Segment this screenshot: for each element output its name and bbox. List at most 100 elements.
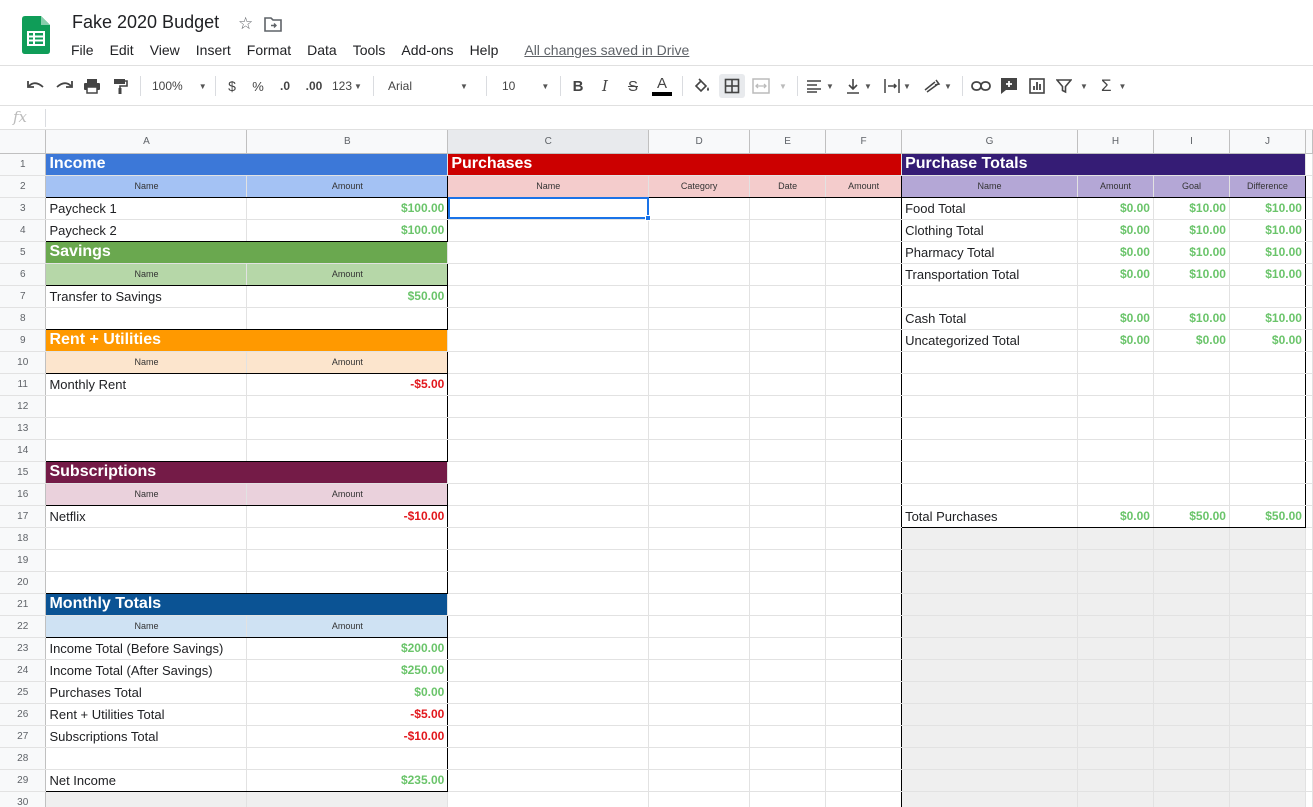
row-header-10[interactable]: 10 <box>0 351 47 374</box>
purchase-category-cell[interactable] <box>648 791 751 807</box>
menu-file[interactable]: File <box>63 41 102 61</box>
purchase-category-cell[interactable] <box>648 373 751 396</box>
purchases-category-header[interactable]: Category <box>648 175 751 198</box>
empty-cell[interactable] <box>1229 351 1306 374</box>
totals-row-goal[interactable]: $10.00 <box>1153 197 1230 220</box>
totals-row-amount[interactable]: $0.00 <box>1077 197 1154 220</box>
empty-cell[interactable] <box>1229 747 1306 770</box>
subs-name-header[interactable]: Name <box>45 483 248 506</box>
savings-row-name[interactable]: Transfer to Savings <box>45 285 248 308</box>
purchase-category-cell[interactable] <box>648 263 751 286</box>
empty-cell[interactable] <box>1153 703 1230 726</box>
purchase-name-cell[interactable] <box>447 351 650 374</box>
purchase-name-cell[interactable] <box>447 285 650 308</box>
purchase-amount-cell[interactable] <box>825 351 903 374</box>
purchase-category-cell[interactable] <box>648 197 751 220</box>
currency-format-button[interactable]: $ <box>224 74 240 98</box>
empty-cell[interactable] <box>1153 483 1230 506</box>
purchase-date-cell[interactable] <box>749 395 827 418</box>
row-header-13[interactable]: 13 <box>0 417 47 440</box>
totals-row-amount[interactable]: $0.00 <box>1077 263 1154 286</box>
fill-color-icon[interactable] <box>692 74 712 98</box>
purchase-date-cell[interactable] <box>749 593 827 616</box>
decrease-decimals-button[interactable]: .0 <box>276 74 294 98</box>
income-amount-header[interactable]: Amount <box>246 175 449 198</box>
row-header-17[interactable]: 17 <box>0 505 47 528</box>
empty-cell[interactable] <box>1229 483 1306 506</box>
empty-cell[interactable] <box>1153 461 1230 484</box>
monthly-row-name[interactable]: Subscriptions Total <box>45 725 248 748</box>
row-header-18[interactable]: 18 <box>0 527 47 550</box>
total-purchases-difference[interactable]: $50.00 <box>1229 505 1306 528</box>
empty-cell[interactable] <box>1153 725 1230 748</box>
column-header-a[interactable]: A <box>45 130 248 154</box>
purchase-name-cell[interactable] <box>447 461 650 484</box>
row-header-3[interactable]: 3 <box>0 197 47 220</box>
purchase-name-cell[interactable] <box>447 527 650 550</box>
empty-cell[interactable] <box>1153 549 1230 572</box>
savings-section-title[interactable]: Savings <box>45 241 449 264</box>
saved-status-link[interactable]: All changes saved in Drive <box>524 41 689 61</box>
purchase-date-cell[interactable] <box>749 681 827 704</box>
purchase-category-cell[interactable] <box>648 615 751 638</box>
total-purchases-goal[interactable]: $50.00 <box>1153 505 1230 528</box>
purchase-amount-cell[interactable] <box>825 593 903 616</box>
purchase-date-cell[interactable] <box>749 549 827 572</box>
empty-cell[interactable] <box>1077 483 1154 506</box>
purchase-amount-cell[interactable] <box>825 483 903 506</box>
empty-cell[interactable] <box>1077 725 1154 748</box>
totals-row-difference[interactable]: $10.00 <box>1229 263 1306 286</box>
purchase-amount-cell[interactable] <box>825 373 903 396</box>
purchase-amount-cell[interactable] <box>825 549 903 572</box>
purchase-date-cell[interactable] <box>749 285 827 308</box>
row-header-16[interactable]: 16 <box>0 483 47 506</box>
row-header-21[interactable]: 21 <box>0 593 47 616</box>
income-name-header[interactable]: Name <box>45 175 248 198</box>
empty-cell[interactable] <box>901 637 1079 660</box>
row-header-8[interactable]: 8 <box>0 307 47 330</box>
empty-cell[interactable] <box>1229 439 1306 462</box>
purchase-name-cell[interactable] <box>447 681 650 704</box>
column-header-d[interactable]: D <box>648 130 751 154</box>
purchase-date-cell[interactable] <box>749 703 827 726</box>
income-row-name[interactable]: Paycheck 1 <box>45 197 248 220</box>
document-title[interactable]: Fake 2020 Budget <box>72 12 219 33</box>
purchase-name-cell[interactable] <box>447 571 650 594</box>
purchase-category-cell[interactable] <box>648 395 751 418</box>
empty-cell[interactable] <box>1229 549 1306 572</box>
totals-row-amount[interactable] <box>1077 285 1154 308</box>
totals-row-goal[interactable]: $10.00 <box>1153 219 1230 242</box>
purchase-name-cell[interactable] <box>447 219 650 242</box>
subs-section-title[interactable]: Subscriptions <box>45 461 449 484</box>
row-header-23[interactable]: 23 <box>0 637 47 660</box>
row-header-4[interactable]: 4 <box>0 219 47 242</box>
purchase-amount-cell[interactable] <box>825 219 903 242</box>
row-header-27[interactable]: 27 <box>0 725 47 748</box>
savings-name-header[interactable]: Name <box>45 263 248 286</box>
row-header-15[interactable]: 15 <box>0 461 47 484</box>
empty-cell[interactable] <box>1229 373 1306 396</box>
monthly-amount-header[interactable]: Amount <box>246 615 449 638</box>
totals-row-goal[interactable]: $0.00 <box>1153 329 1230 352</box>
totals-row-difference[interactable]: $10.00 <box>1229 219 1306 242</box>
empty-cell[interactable] <box>1153 373 1230 396</box>
column-header-e[interactable]: E <box>749 130 827 154</box>
empty-cell[interactable] <box>901 461 1079 484</box>
purchase-amount-cell[interactable] <box>825 329 903 352</box>
empty-cell[interactable] <box>45 791 248 807</box>
empty-cell[interactable] <box>1229 571 1306 594</box>
purchase-name-cell[interactable] <box>447 439 650 462</box>
totals-row-difference[interactable]: $10.00 <box>1229 197 1306 220</box>
empty-cell[interactable] <box>1229 615 1306 638</box>
purchases-name-header[interactable]: Name <box>447 175 650 198</box>
empty-cell[interactable] <box>1153 681 1230 704</box>
empty-cell[interactable] <box>901 703 1079 726</box>
purchase-category-cell[interactable] <box>648 571 751 594</box>
bold-icon[interactable]: B <box>570 74 586 98</box>
redo-icon[interactable] <box>54 74 74 98</box>
menu-tools[interactable]: Tools <box>345 41 394 61</box>
purchase-name-cell[interactable] <box>447 659 650 682</box>
sheets-logo-icon[interactable] <box>22 16 50 54</box>
monthly-name-header[interactable]: Name <box>45 615 248 638</box>
empty-cell[interactable] <box>901 527 1079 550</box>
